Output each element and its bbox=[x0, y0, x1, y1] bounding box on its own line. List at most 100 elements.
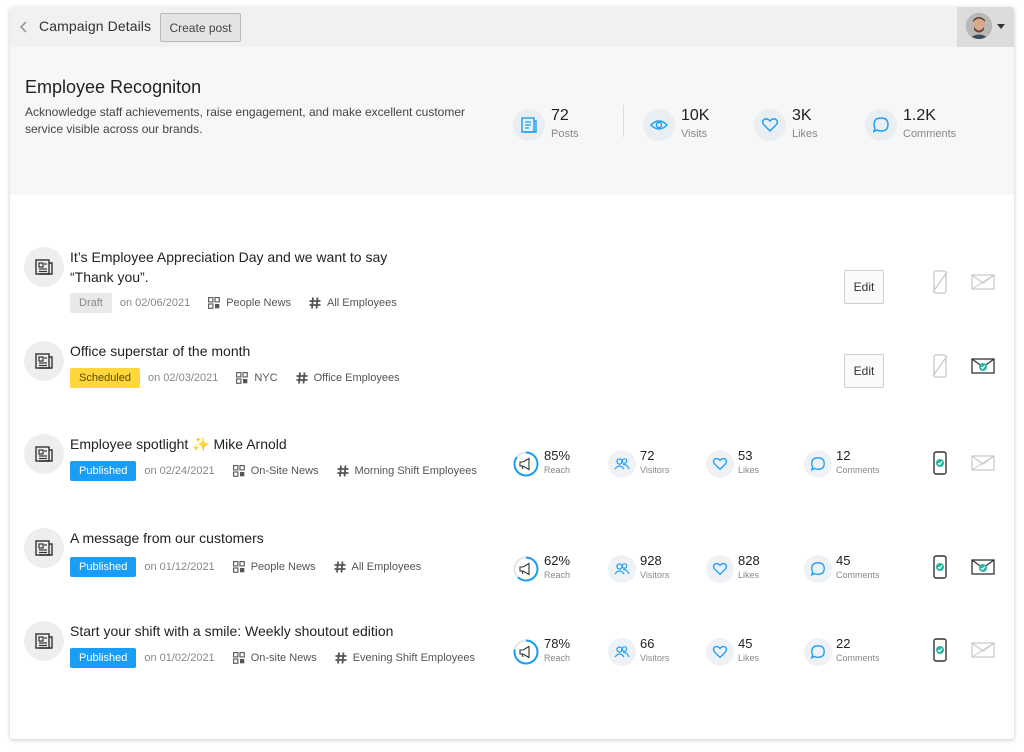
stat-label: Likes bbox=[792, 128, 818, 140]
heart-icon bbox=[706, 638, 734, 666]
post-title[interactable]: It’s Employee Appreciation Day and we wa… bbox=[70, 247, 400, 287]
channel-group-label: People News bbox=[226, 297, 292, 309]
stat-value: 1.2K bbox=[903, 107, 936, 124]
mobile-active-icon[interactable] bbox=[928, 451, 952, 475]
chevron-left-icon[interactable] bbox=[18, 19, 30, 35]
stat-value: 10K bbox=[681, 107, 710, 124]
user-menu[interactable] bbox=[957, 7, 1014, 47]
channel-group: NYC bbox=[236, 372, 278, 384]
post-date: on 01/02/2021 bbox=[144, 652, 215, 664]
metric-value: 45 bbox=[836, 553, 851, 568]
hashtag-icon bbox=[337, 465, 349, 477]
post-meta: Published on 01/02/2021 On-site News Eve… bbox=[70, 647, 475, 669]
metric-value: 72 bbox=[640, 448, 655, 463]
status-badge: Published bbox=[70, 461, 137, 481]
divider bbox=[623, 105, 624, 137]
article-icon bbox=[24, 434, 64, 474]
metric-label: Visitors bbox=[640, 570, 670, 580]
metric-value: 928 bbox=[640, 553, 662, 568]
article-icon bbox=[24, 247, 64, 287]
metric-value: 66 bbox=[640, 636, 655, 651]
post-date: on 01/12/2021 bbox=[144, 561, 215, 573]
edit-button[interactable]: Edit bbox=[844, 270, 884, 304]
back-link-campaign-details[interactable]: Campaign Details bbox=[39, 18, 151, 34]
comment-icon bbox=[804, 638, 832, 666]
metric-label: Comments bbox=[836, 570, 880, 580]
comment-icon bbox=[865, 109, 897, 141]
post-row[interactable]: Employee spotlight ✨ Mike Arnold Publish… bbox=[10, 434, 1014, 514]
channel-group: On-site News bbox=[232, 652, 317, 664]
metric-value: 22 bbox=[836, 636, 851, 651]
audience-label: Evening Shift Employees bbox=[352, 652, 476, 664]
stat-value: 72 bbox=[551, 107, 569, 124]
post-title[interactable]: Office superstar of the month bbox=[70, 341, 400, 361]
post-meta: Scheduled on 02/03/2021 NYC Office Emplo… bbox=[70, 367, 400, 389]
email-disabled-icon[interactable] bbox=[970, 451, 996, 475]
metric-label: Reach bbox=[544, 465, 571, 475]
channel-group-label: On-site News bbox=[250, 652, 317, 664]
post-meta: Draft on 02/06/2021 People News All Empl… bbox=[70, 292, 397, 314]
article-icon bbox=[24, 528, 64, 568]
audience-label: All Employees bbox=[327, 297, 397, 309]
post-row[interactable]: It’s Employee Appreciation Day and we wa… bbox=[10, 247, 1014, 327]
post-title[interactable]: Employee spotlight ✨ Mike Arnold bbox=[70, 434, 400, 454]
metric-value: 62% bbox=[544, 553, 571, 568]
post-title[interactable]: Start your shift with a smile: Weekly sh… bbox=[70, 621, 450, 641]
heart-icon bbox=[754, 109, 786, 141]
campaign-header: Employee Recogniton Acknowledge staff ac… bbox=[10, 47, 1014, 195]
email-disabled-icon[interactable] bbox=[970, 638, 996, 662]
users-icon bbox=[608, 638, 636, 666]
email-disabled-icon[interactable] bbox=[970, 270, 996, 294]
megaphone-icon bbox=[512, 555, 540, 583]
page-title: Employee Recogniton bbox=[25, 77, 202, 97]
post-row[interactable]: A message from our customers Published o… bbox=[10, 528, 1014, 608]
chevron-down-icon bbox=[997, 24, 1005, 29]
megaphone-icon bbox=[512, 638, 540, 666]
hashtag-icon bbox=[335, 652, 347, 664]
post-row[interactable]: Start your shift with a smile: Weekly sh… bbox=[10, 621, 1014, 701]
grid-icon bbox=[232, 465, 245, 477]
grid-icon bbox=[208, 297, 221, 309]
mobile-disabled-icon[interactable] bbox=[928, 354, 952, 378]
status-badge: Draft bbox=[70, 293, 112, 313]
post-row[interactable]: Office superstar of the month Scheduled … bbox=[10, 341, 1014, 421]
post-meta: Published on 01/12/2021 People News All … bbox=[70, 556, 421, 578]
metric-value: 78% bbox=[544, 636, 571, 651]
edit-button[interactable]: Edit bbox=[844, 354, 884, 388]
status-badge: Published bbox=[70, 648, 137, 668]
article-icon bbox=[24, 341, 64, 381]
create-post-button[interactable]: Create post bbox=[160, 13, 241, 42]
grid-icon bbox=[232, 652, 245, 664]
email-active-icon[interactable] bbox=[970, 555, 996, 579]
sparkle-icon: ✨ bbox=[192, 436, 210, 452]
channel-group-label: People News bbox=[250, 561, 316, 573]
mobile-disabled-icon[interactable] bbox=[928, 270, 952, 294]
page-description: Acknowledge staff achievements, raise en… bbox=[25, 105, 466, 136]
metric-label: Visitors bbox=[640, 653, 670, 663]
stat-label: Posts bbox=[551, 128, 579, 140]
users-icon bbox=[608, 555, 636, 583]
comment-icon bbox=[804, 555, 832, 583]
channel-group: People News bbox=[208, 297, 291, 309]
post-title-prefix: Employee spotlight bbox=[70, 436, 189, 452]
metric-value: 53 bbox=[738, 448, 753, 463]
grid-icon bbox=[236, 372, 249, 384]
audience-label: All Employees bbox=[351, 561, 422, 573]
audience: Evening Shift Employees bbox=[335, 652, 475, 664]
hashtag-icon bbox=[296, 372, 308, 384]
eye-icon bbox=[643, 109, 675, 141]
email-active-icon[interactable] bbox=[970, 354, 996, 378]
metric-label: Visitors bbox=[640, 465, 670, 475]
heart-icon bbox=[706, 555, 734, 583]
metric-value: 45 bbox=[738, 636, 753, 651]
status-badge: Published bbox=[70, 557, 137, 577]
post-date: on 02/03/2021 bbox=[148, 372, 219, 384]
post-title[interactable]: A message from our customers bbox=[70, 528, 400, 548]
metric-label: Likes bbox=[738, 570, 760, 580]
metric-label: Likes bbox=[738, 653, 760, 663]
mobile-active-icon[interactable] bbox=[928, 555, 952, 579]
metric-label: Comments bbox=[836, 653, 880, 663]
post-meta: Published on 02/24/2021 On-Site News Mor… bbox=[70, 460, 477, 482]
metric-label: Reach bbox=[544, 570, 571, 580]
mobile-active-icon[interactable] bbox=[928, 638, 952, 662]
